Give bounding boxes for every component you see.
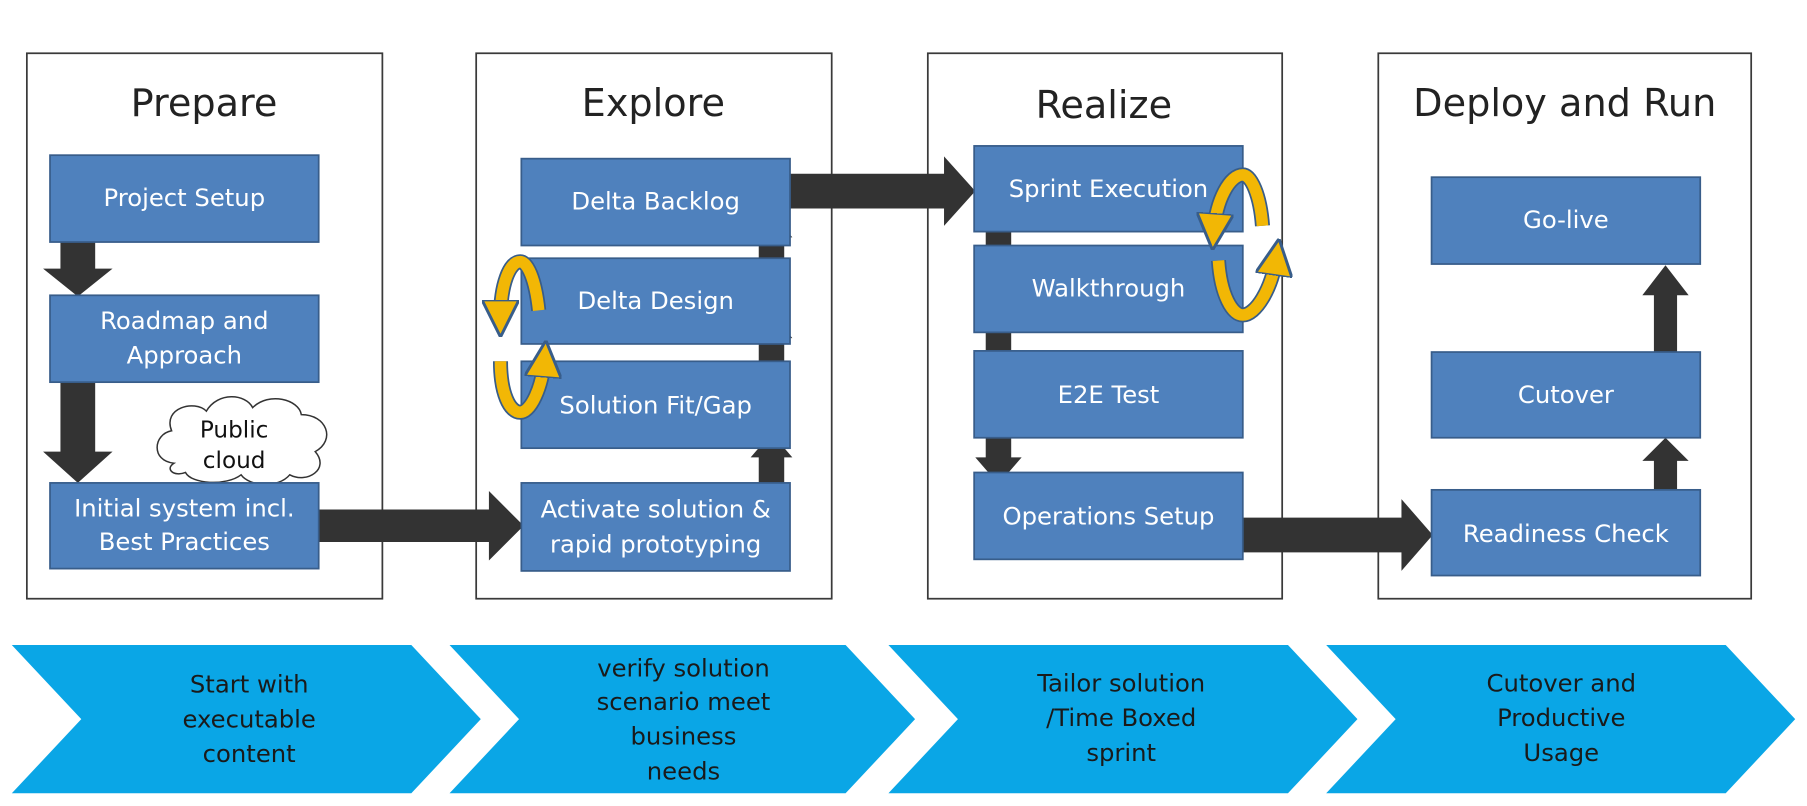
svg-text:Best Practices: Best Practices — [99, 527, 270, 556]
svg-text:E2E Test: E2E Test — [1058, 380, 1160, 409]
box-initial-system: Initial system incl. Best Practices — [49, 482, 320, 570]
box-go-live: Go-live — [1430, 176, 1702, 265]
svg-text:Approach: Approach — [127, 341, 242, 370]
box-sprint-execution: Sprint Execution — [973, 145, 1244, 233]
svg-text:scenario meet: scenario meet — [597, 687, 771, 716]
svg-text:Start with: Start with — [190, 670, 309, 699]
box-roadmap: Roadmap and Approach — [49, 294, 320, 384]
sap-activate-diagram: Prepare Explore Realize Deploy and Run P… — [11, 52, 1796, 794]
svg-text:Sprint Execution: Sprint Execution — [1009, 174, 1208, 203]
svg-text:Cutover: Cutover — [1518, 380, 1614, 409]
svg-text:rapid prototyping: rapid prototyping — [550, 529, 761, 558]
chevron-deploy: Cutover and Productive Usage — [1326, 645, 1796, 794]
svg-text:Tailor solution: Tailor solution — [1036, 668, 1205, 697]
phase-title-prepare: Prepare — [131, 82, 278, 126]
svg-text:Solution Fit/Gap: Solution Fit/Gap — [559, 390, 752, 419]
box-delta-backlog: Delta Backlog — [520, 157, 791, 247]
box-activate-solution: Activate solution & rapid prototyping — [520, 482, 791, 572]
svg-text:business: business — [631, 722, 737, 751]
svg-text:Readiness Check: Readiness Check — [1463, 519, 1669, 548]
svg-text:executable: executable — [183, 704, 316, 733]
chevron-explore: verify solution scenario meet business n… — [449, 645, 916, 794]
box-readiness-check: Readiness Check — [1430, 488, 1702, 577]
svg-text:verify solution: verify solution — [597, 653, 770, 682]
svg-text:needs: needs — [647, 756, 720, 785]
svg-text:content: content — [203, 739, 296, 768]
chevron-prepare: Start with executable content — [11, 645, 481, 794]
phase-title-deploy: Deploy and Run — [1413, 82, 1716, 126]
svg-text:Operations Setup: Operations Setup — [1002, 502, 1214, 531]
svg-text:Roadmap and: Roadmap and — [100, 306, 268, 335]
svg-text:Walkthrough: Walkthrough — [1032, 273, 1186, 302]
svg-text:Productive: Productive — [1497, 703, 1625, 732]
svg-text:Delta Backlog: Delta Backlog — [571, 187, 740, 216]
box-walkthrough: Walkthrough — [973, 244, 1244, 334]
svg-text:sprint: sprint — [1086, 738, 1156, 767]
svg-text:Go-live: Go-live — [1523, 205, 1609, 234]
svg-text:Cutover and: Cutover and — [1487, 668, 1637, 697]
svg-text:Public: Public — [200, 418, 269, 444]
chevron-realize: Tailor solution /Time Boxed sprint — [888, 645, 1358, 794]
box-e2e-test: E2E Test — [973, 350, 1244, 439]
svg-text:Project Setup: Project Setup — [104, 183, 266, 212]
box-cutover: Cutover — [1430, 351, 1702, 439]
svg-text:/Time Boxed: /Time Boxed — [1046, 703, 1196, 732]
svg-text:cloud: cloud — [203, 448, 266, 474]
phase-title-realize: Realize — [1036, 84, 1173, 128]
svg-text:Usage: Usage — [1523, 738, 1599, 767]
svg-text:Delta Design: Delta Design — [577, 286, 733, 315]
svg-text:Activate solution &: Activate solution & — [541, 495, 771, 524]
box-operations-setup: Operations Setup — [973, 471, 1244, 561]
box-solution-fit-gap: Solution Fit/Gap — [520, 360, 791, 450]
svg-text:Initial system incl.: Initial system incl. — [74, 493, 294, 522]
box-delta-design: Delta Design — [520, 257, 791, 345]
box-project-setup: Project Setup — [49, 154, 320, 243]
phase-title-explore: Explore — [582, 82, 725, 126]
